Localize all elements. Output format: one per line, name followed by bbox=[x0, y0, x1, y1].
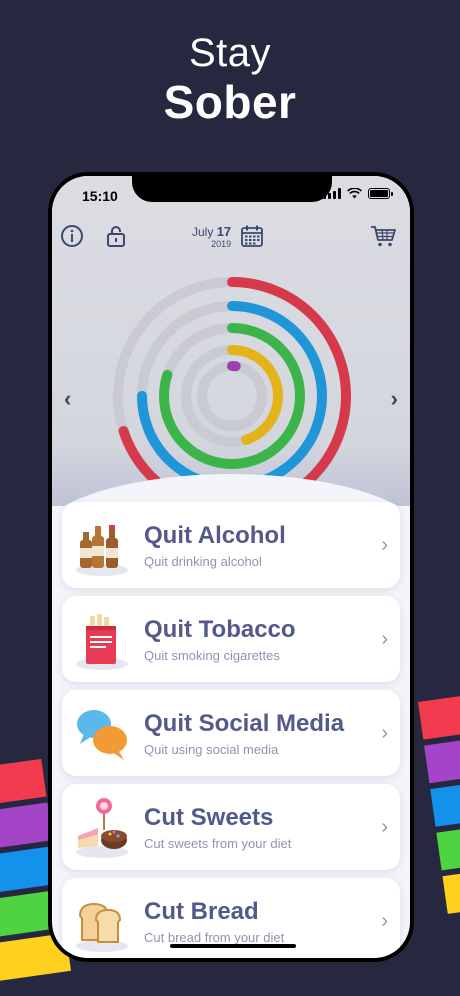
app-screen: 15:10 July 17 2019 ‹ › Quit Alcohol Quit… bbox=[52, 176, 410, 958]
status-icons bbox=[323, 188, 393, 199]
chevron-right-icon: › bbox=[381, 910, 388, 932]
battery-icon bbox=[368, 188, 393, 199]
habit-subtitle: Cut sweets from your diet bbox=[144, 836, 292, 851]
habit-title: Cut Sweets bbox=[144, 804, 274, 831]
lock-icon[interactable] bbox=[104, 224, 128, 248]
habit-title: Quit Alcohol bbox=[144, 522, 286, 549]
chevron-right-icon[interactable]: › bbox=[391, 386, 398, 412]
habit-title: Quit Social Media bbox=[144, 710, 345, 737]
ring-track bbox=[197, 361, 267, 431]
date-year: 2019 bbox=[211, 239, 232, 249]
chevron-right-icon: › bbox=[381, 722, 388, 744]
habit-subtitle: Cut bread from your diet bbox=[144, 930, 285, 945]
home-indicator bbox=[170, 944, 296, 948]
sweets-icon bbox=[76, 798, 128, 858]
date-month: July bbox=[192, 225, 214, 239]
chevron-left-icon[interactable]: ‹ bbox=[64, 386, 71, 412]
habit-subtitle: Quit using social media bbox=[144, 742, 279, 757]
chevron-right-icon: › bbox=[381, 534, 388, 556]
phone-frame: 15:10 July 17 2019 ‹ › Quit Alcohol Quit… bbox=[48, 172, 414, 962]
cigarette-pack-icon bbox=[76, 614, 128, 670]
cart-icon[interactable] bbox=[370, 224, 396, 248]
habit-card-quit-alcohol[interactable]: Quit Alcohol Quit drinking alcohol › bbox=[62, 502, 400, 588]
headline-line-1: Stay bbox=[188, 31, 272, 75]
habit-card-quit-tobacco[interactable]: Quit Tobacco Quit smoking cigarettes › bbox=[62, 596, 400, 682]
signal-icon bbox=[323, 188, 341, 199]
status-time: 15:10 bbox=[82, 188, 118, 204]
habit-list: Quit Alcohol Quit drinking alcohol › Qui… bbox=[62, 502, 400, 958]
bread-icon bbox=[76, 902, 128, 952]
info-icon[interactable] bbox=[60, 224, 84, 248]
chevron-right-icon: › bbox=[381, 628, 388, 650]
bottles-icon bbox=[76, 525, 128, 576]
habit-title: Quit Tobacco bbox=[144, 616, 296, 643]
chevron-right-icon: › bbox=[381, 816, 388, 838]
habit-title: Cut Bread bbox=[144, 898, 259, 925]
chat-bubbles-icon bbox=[77, 710, 127, 760]
headline-line-2: Sober bbox=[163, 76, 297, 128]
habit-subtitle: Quit smoking cigarettes bbox=[144, 648, 280, 663]
promo-headline: Stay Sober bbox=[0, 30, 460, 128]
wifi-icon bbox=[347, 188, 362, 199]
calendar-icon[interactable] bbox=[240, 224, 264, 248]
date-day: 17 bbox=[216, 224, 232, 239]
date-display[interactable]: July 17 2019 bbox=[192, 224, 231, 249]
habit-card-cut-sweets[interactable]: Cut Sweets Cut sweets from your diet › bbox=[62, 784, 400, 870]
phone-notch bbox=[132, 176, 332, 202]
habit-card-quit-social-media[interactable]: Quit Social Media Quit using social medi… bbox=[62, 690, 400, 776]
habit-subtitle: Quit drinking alcohol bbox=[144, 554, 262, 569]
